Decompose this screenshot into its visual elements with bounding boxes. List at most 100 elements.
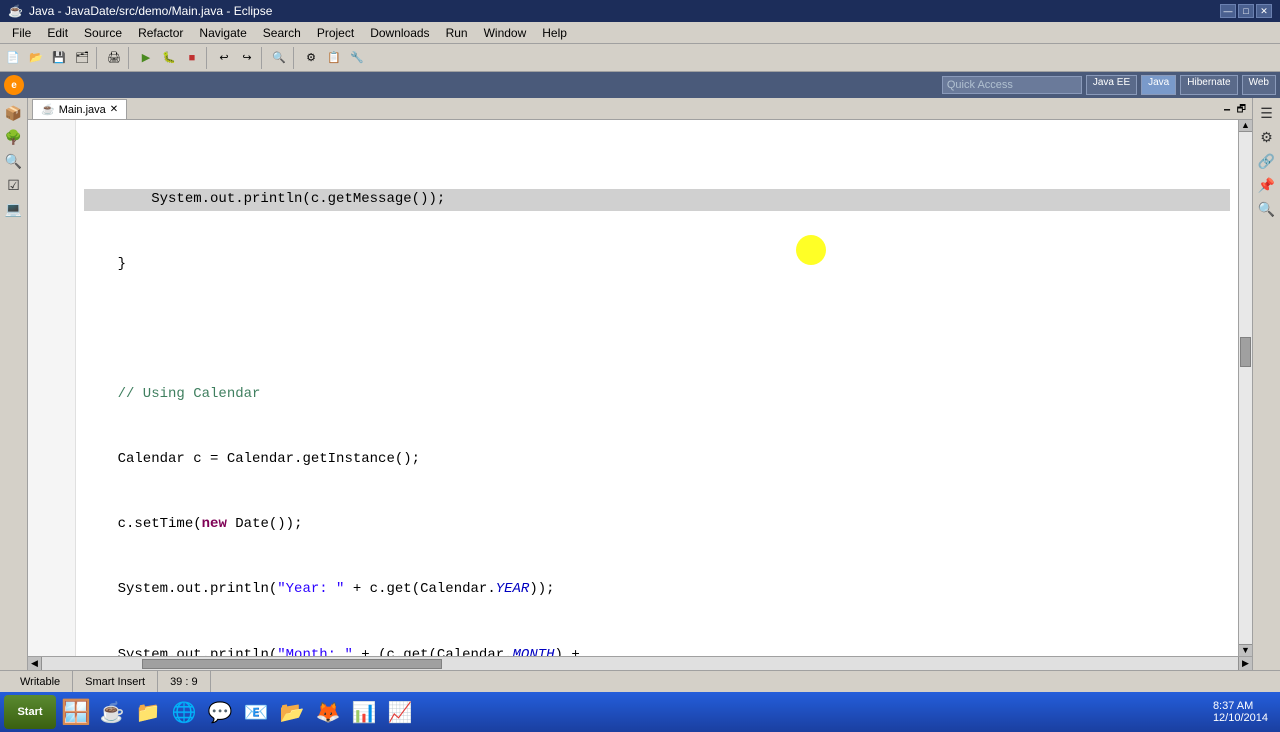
taskbar-icon-app2[interactable]: 📈 <box>384 696 416 728</box>
right-sidebar-icon-1[interactable]: ☰ <box>1256 102 1278 124</box>
menu-downloads[interactable]: Downloads <box>362 22 437 43</box>
tab-label: Main.java <box>59 104 106 116</box>
menu-project[interactable]: Project <box>309 22 362 43</box>
menu-edit[interactable]: Edit <box>39 22 76 43</box>
taskbar-icon-files[interactable]: 📁 <box>132 696 164 728</box>
clock-time: 8:37 AM <box>1213 700 1253 712</box>
taskbar-icon-eclipse[interactable]: ☕ <box>96 696 128 728</box>
perspective-java[interactable]: Java <box>1141 75 1176 95</box>
sidebar-icon-tasks[interactable]: ☑ <box>3 174 25 196</box>
menu-file[interactable]: File <box>4 22 39 43</box>
redo-button[interactable]: ↪ <box>236 47 258 69</box>
menu-refactor[interactable]: Refactor <box>130 22 191 43</box>
toolbar-btn-extra3[interactable]: 🔧 <box>346 47 368 69</box>
right-sidebar-icon-2[interactable]: ⚙ <box>1256 126 1278 148</box>
editor-main: System.out.println(c.getMessage()); } //… <box>28 120 1252 670</box>
title-bar-left: ☕ Java - JavaDate/src/demo/Main.java - E… <box>8 4 272 18</box>
menu-source[interactable]: Source <box>76 22 130 43</box>
vertical-scrollbar[interactable]: ▲ ▼ <box>1238 120 1252 656</box>
print-button[interactable]: 🖨 <box>103 47 125 69</box>
right-sidebar-icon-4[interactable]: 📌 <box>1256 174 1278 196</box>
toolbar-btn-extra2[interactable]: 📋 <box>323 47 345 69</box>
taskbar-icon-chrome[interactable]: 🌐 <box>168 696 200 728</box>
code-line-8: System.out.println("Month: " + (c.get(Ca… <box>84 645 1230 657</box>
status-writable: Writable <box>8 671 73 692</box>
save-all-button[interactable]: 🗂 <box>71 47 93 69</box>
clock-date: 12/10/2014 <box>1213 712 1268 724</box>
menu-run[interactable]: Run <box>438 22 476 43</box>
close-button[interactable]: ✕ <box>1256 4 1272 18</box>
horizontal-scrollbar[interactable]: ◀ ▶ <box>28 656 1252 670</box>
separator-1 <box>96 47 100 69</box>
sidebar-icon-hierarchy[interactable]: 🌳 <box>3 126 25 148</box>
perspective-hibernate[interactable]: Hibernate <box>1180 75 1237 95</box>
quick-access-input[interactable] <box>942 76 1082 94</box>
tab-main-java[interactable]: ☕ Main.java ✕ <box>32 99 127 119</box>
sidebar-icon-search[interactable]: 🔍 <box>3 150 25 172</box>
code-line-5: Calendar c = Calendar.getInstance(); <box>84 449 1230 471</box>
status-position: 39 : 9 <box>158 671 211 692</box>
taskbar-icon-windows[interactable]: 🪟 <box>60 696 92 728</box>
right-sidebar-icon-3[interactable]: 🔗 <box>1256 150 1278 172</box>
menu-window[interactable]: Window <box>476 22 535 43</box>
perspective-right: Java EE Java Hibernate Web <box>942 75 1276 95</box>
taskbar-icon-outlook[interactable]: 📧 <box>240 696 272 728</box>
separator-5 <box>293 47 297 69</box>
perspective-java-ee[interactable]: Java EE <box>1086 75 1137 95</box>
sidebar-icon-package[interactable]: 📦 <box>3 102 25 124</box>
sidebar-icon-console[interactable]: 💻 <box>3 198 25 220</box>
perspective-left: e <box>4 75 24 95</box>
toolbar-btn-extra1[interactable]: ⚙ <box>300 47 322 69</box>
separator-3 <box>206 47 210 69</box>
tab-max-button[interactable]: 🗗 <box>1235 102 1248 119</box>
taskbar-icon-folder2[interactable]: 📂 <box>276 696 308 728</box>
main-area: 📦 🌳 🔍 ☑ 💻 ☕ Main.java ✕ 🗕 🗗 <box>0 98 1280 670</box>
code-line-6: c.setTime(new Date()); <box>84 514 1230 536</box>
new-button[interactable]: 📄 <box>2 47 24 69</box>
code-line-1: System.out.println(c.getMessage()); <box>84 189 1230 211</box>
tab-controls: 🗕 🗗 <box>1222 102 1248 119</box>
code-editor[interactable]: System.out.println(c.getMessage()); } //… <box>76 120 1238 656</box>
status-bar: Writable Smart Insert 39 : 9 <box>0 670 1280 692</box>
tab-min-button[interactable]: 🗕 <box>1222 102 1233 119</box>
stop-button[interactable]: ■ <box>181 47 203 69</box>
taskbar-icon-firefox[interactable]: 🦊 <box>312 696 344 728</box>
menu-help[interactable]: Help <box>534 22 575 43</box>
title-bar-controls: — □ ✕ <box>1220 4 1272 18</box>
menu-search[interactable]: Search <box>255 22 309 43</box>
tab-icon: ☕ <box>41 103 55 116</box>
separator-2 <box>128 47 132 69</box>
editor-area: ☕ Main.java ✕ 🗕 🗗 <box>28 98 1252 670</box>
menu-navigate[interactable]: Navigate <box>191 22 254 43</box>
system-tray: 8:37 AM 12/10/2014 <box>1213 700 1276 724</box>
tab-close-button[interactable]: ✕ <box>110 104 118 115</box>
undo-button[interactable]: ↩ <box>213 47 235 69</box>
h-scrollbar-thumb[interactable] <box>142 659 442 669</box>
taskbar-icon-app1[interactable]: 📊 <box>348 696 380 728</box>
open-button[interactable]: 📂 <box>25 47 47 69</box>
menu-bar: File Edit Source Refactor Navigate Searc… <box>0 22 1280 44</box>
debug-button[interactable]: 🐛 <box>158 47 180 69</box>
code-line-3 <box>84 319 1230 341</box>
maximize-button[interactable]: □ <box>1238 4 1254 18</box>
minimize-button[interactable]: — <box>1220 4 1236 18</box>
left-sidebar: 📦 🌳 🔍 ☑ 💻 <box>0 98 28 670</box>
search-toolbar-button[interactable]: 🔍 <box>268 47 290 69</box>
perspective-bar: e Java EE Java Hibernate Web <box>0 72 1280 98</box>
tab-bar: ☕ Main.java ✕ 🗕 🗗 <box>28 98 1252 120</box>
h-scrollbar-track[interactable] <box>42 659 1238 669</box>
taskbar-icon-skype[interactable]: 💬 <box>204 696 236 728</box>
editor-with-scroll: System.out.println(c.getMessage()); } //… <box>28 120 1252 670</box>
code-area-wrapper[interactable]: System.out.println(c.getMessage()); } //… <box>28 120 1252 656</box>
code-line-2: } <box>84 254 1230 276</box>
taskbar: Start 🪟 ☕ 📁 🌐 💬 📧 📂 🦊 📊 📈 8:37 AM 12/10/… <box>0 692 1280 732</box>
line-numbers <box>28 120 76 656</box>
right-sidebar-icon-5[interactable]: 🔍 <box>1256 198 1278 220</box>
run-button[interactable]: ▶ <box>135 47 157 69</box>
save-button[interactable]: 💾 <box>48 47 70 69</box>
window-title: Java - JavaDate/src/demo/Main.java - Ecl… <box>29 4 272 18</box>
title-bar: ☕ Java - JavaDate/src/demo/Main.java - E… <box>0 0 1280 22</box>
perspective-web[interactable]: Web <box>1242 75 1276 95</box>
tray-time: 8:37 AM 12/10/2014 <box>1213 700 1268 724</box>
start-button[interactable]: Start <box>4 695 56 729</box>
